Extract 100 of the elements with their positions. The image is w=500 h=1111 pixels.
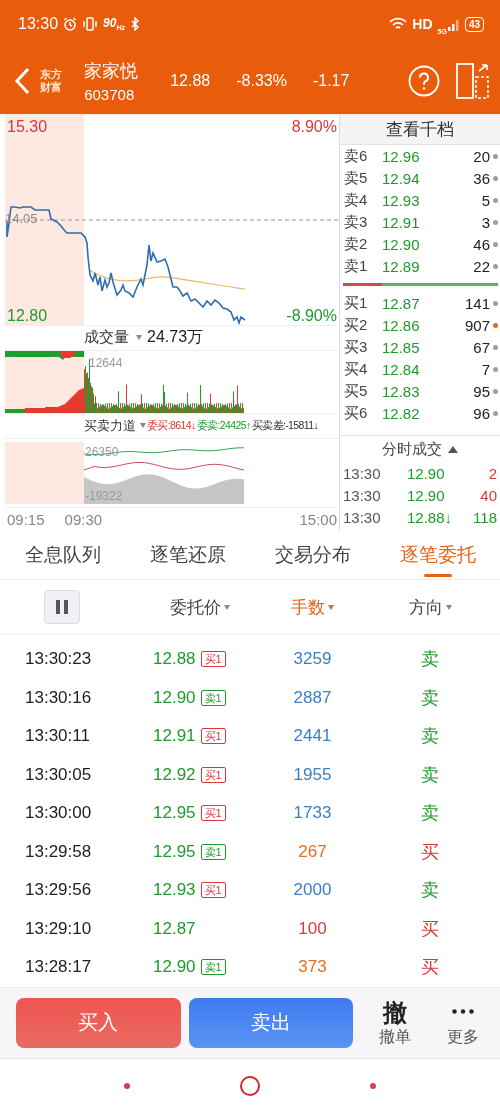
indicator-dropdown[interactable]: 买卖力道 (84, 416, 146, 435)
sell-button[interactable]: 卖出 (188, 997, 354, 1048)
level-label: 买4 (344, 359, 369, 379)
axis-label: 12.80 (7, 307, 48, 325)
network-label: HD (412, 16, 433, 32)
level-price: 12.90 (382, 235, 421, 253)
level-label: 卖4 (344, 190, 369, 210)
queue-tag: 买1 (200, 728, 226, 745)
order-price: 12.90 (153, 957, 196, 978)
order-price: 12.90 (153, 687, 196, 708)
order-price: 12.93 (153, 880, 196, 901)
bid-volume: 委买:8614↓ (147, 418, 196, 433)
more-icon (451, 1009, 474, 1014)
level-volume: 67 (472, 338, 490, 356)
order-price: 12.88 (153, 649, 196, 670)
stock-price: 12.88 (170, 72, 211, 90)
level-label: 卖3 (344, 212, 369, 232)
level-price: 12.91 (382, 213, 421, 231)
level-label: 卖6 (344, 146, 369, 166)
order-time: 13:29:58 (25, 841, 92, 862)
nav-dot[interactable] (124, 1083, 130, 1089)
level-volume: 907 (463, 316, 490, 334)
trades-toggle[interactable]: 分时成交 (340, 436, 500, 462)
tab[interactable]: 逐笔还原 (125, 531, 250, 579)
level-label: 卖5 (344, 168, 369, 188)
cancel-order-button[interactable]: 撤 撤单 (367, 997, 422, 1048)
trade-price: 12.90 (407, 464, 446, 482)
level-price: 12.93 (382, 191, 421, 209)
vibrate-icon (82, 17, 99, 31)
queue-tag: 卖1 (200, 959, 226, 976)
axis-label: 8.90% (291, 118, 337, 136)
order-direction: 买 (421, 840, 439, 864)
order-time: 13:29:56 (25, 880, 92, 901)
trade-price: 12.90 (407, 486, 446, 504)
level-volume: 20 (472, 147, 490, 165)
order-direction: 卖 (421, 879, 439, 903)
order-time: 13:28:17 (25, 957, 92, 978)
queue-tag: 买1 (200, 805, 226, 822)
time-label: 09:30 (64, 510, 103, 528)
level-label: 买2 (344, 315, 369, 335)
battery-icon: 43 (464, 16, 484, 32)
order-time: 13:30:23 (25, 649, 92, 670)
level-price: 12.94 (382, 169, 421, 187)
queue-tag: 卖1 (200, 689, 226, 706)
trade-volume: 40 (479, 486, 497, 504)
sort-header[interactable]: 委托价 (170, 595, 230, 619)
order-volume: 1733 (293, 803, 332, 824)
order-price: 12.92 (153, 764, 196, 785)
level-label: 买3 (344, 337, 369, 357)
level-price: 12.89 (382, 257, 421, 275)
tab[interactable]: 交易分布 (250, 531, 375, 579)
queue-tag: 买1 (200, 651, 226, 668)
level-price: 12.84 (382, 360, 421, 378)
order-direction: 卖 (421, 802, 439, 826)
order-direction: 买 (421, 917, 439, 941)
queue-tag: 买1 (200, 882, 226, 899)
indicator-dropdown[interactable]: 成交量 (84, 328, 142, 348)
axis-label: 12644 (89, 355, 123, 370)
order-price: 12.95 (153, 803, 196, 824)
help-icon[interactable] (408, 65, 440, 97)
pause-button[interactable] (44, 590, 80, 624)
level-price: 12.85 (382, 338, 421, 356)
order-time: 13:29:10 (25, 918, 92, 939)
more-button[interactable]: 更多 (435, 997, 490, 1048)
app-logo: 东方财富 (40, 67, 65, 95)
level-price: 12.86 (382, 316, 421, 334)
view-depth-button[interactable]: 查看千档 (340, 115, 500, 145)
sort-header[interactable]: 方向 (408, 595, 452, 619)
bid-ask-difference: 买卖差:-15811↓ (251, 418, 319, 433)
order-volume: 2887 (293, 687, 332, 708)
level-price: 12.82 (382, 404, 421, 422)
level-volume: 7 (480, 360, 490, 378)
order-time: 13:30:16 (25, 687, 92, 708)
caret-icon (140, 423, 146, 429)
order-volume: 1955 (293, 764, 332, 785)
order-time: 13:30:05 (25, 764, 92, 785)
order-direction: 卖 (421, 686, 439, 710)
trade-time: 13:30 (343, 508, 382, 526)
ask-volume: 委卖:24425↑ (196, 418, 251, 433)
level-price: 12.83 (382, 382, 421, 400)
order-time: 13:30:11 (25, 726, 90, 747)
level-label: 买5 (344, 381, 369, 401)
stock-name: 家家悦 (84, 60, 140, 83)
nav-dot[interactable] (370, 1083, 376, 1089)
tab[interactable]: 全息队列 (0, 531, 125, 579)
back-icon[interactable] (12, 66, 32, 96)
level-label: 卖1 (344, 256, 369, 276)
order-direction: 卖 (421, 725, 439, 749)
time-label: 15:00 (299, 510, 337, 528)
level-label: 买1 (344, 293, 369, 313)
wifi-icon (389, 17, 408, 31)
home-button[interactable] (240, 1076, 260, 1096)
order-price: 12.87 (153, 918, 196, 939)
level-volume: 95 (472, 382, 490, 400)
refresh-rate: 90$_{Hz}$ (103, 16, 125, 32)
queue-tag: 卖1 (200, 843, 226, 860)
layout-switch-icon[interactable] (456, 63, 490, 99)
order-direction: 买 (421, 956, 439, 980)
order-price: 12.95 (153, 841, 196, 862)
volume-total: 24.73万 (147, 327, 204, 348)
